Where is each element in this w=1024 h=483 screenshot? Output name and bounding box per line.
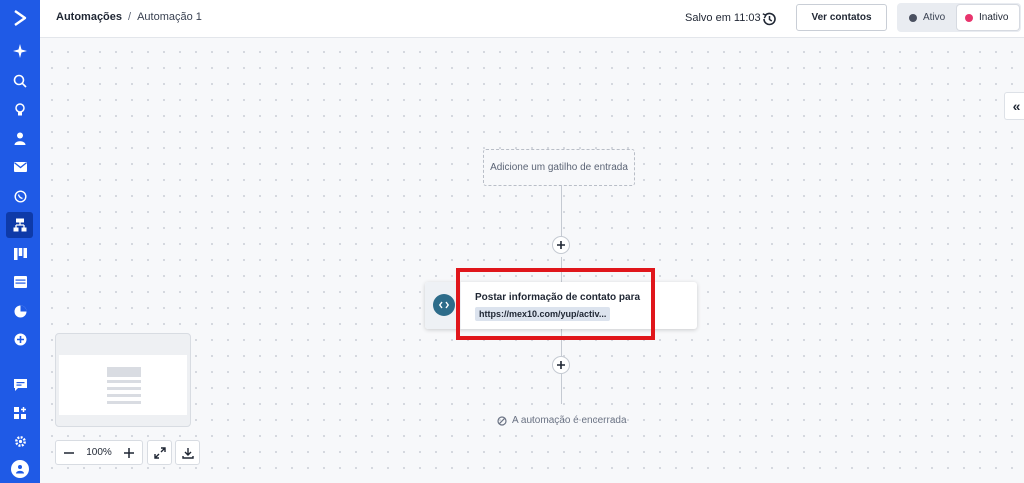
breadcrumb-separator: /	[128, 11, 132, 23]
apps-icon[interactable]	[0, 400, 40, 426]
highlight-box	[456, 268, 655, 340]
email-icon[interactable]	[0, 154, 40, 180]
minimap-node	[107, 394, 141, 397]
zoom-level: 100%	[86, 447, 112, 458]
collapse-panel-button[interactable]: «	[1004, 92, 1024, 120]
automation-end-label: A automação é encerrada	[497, 415, 627, 426]
end-label-text: A automação é encerrada	[512, 415, 627, 426]
zoom-in-button[interactable]	[120, 444, 138, 462]
zoom-out-button[interactable]	[60, 444, 78, 462]
whatsapp-icon[interactable]	[0, 183, 40, 209]
status-inactive-label: Inativo	[979, 12, 1009, 23]
status-toggle: Ativo Inativo	[897, 3, 1021, 32]
top-header: Automações / Automação 1 Salvo em 11:03 …	[40, 0, 1024, 38]
inactive-dot-icon	[965, 13, 973, 22]
fit-to-screen-button[interactable]	[147, 440, 172, 465]
zoom-control: 100%	[55, 440, 143, 465]
contacts-icon[interactable]	[0, 125, 40, 151]
minimap-node	[107, 380, 141, 383]
add-trigger-placeholder[interactable]: Adicione um gatilho de entrada	[483, 149, 635, 186]
download-button[interactable]	[175, 440, 200, 465]
add-step-button[interactable]	[552, 236, 570, 254]
minimap-viewport	[59, 355, 187, 415]
minimap[interactable]	[55, 333, 191, 427]
automation-canvas[interactable]: « Adicione um gatilho de entrada Postar …	[40, 38, 1024, 483]
chat-icon[interactable]	[0, 372, 40, 398]
webhook-icon	[433, 294, 455, 316]
reports-icon[interactable]	[0, 298, 40, 324]
minimap-node	[107, 387, 141, 390]
add-circle-icon[interactable]	[0, 326, 40, 352]
saved-status: Salvo em 11:03	[685, 12, 761, 24]
history-icon[interactable]	[760, 10, 778, 28]
settings-icon[interactable]	[0, 428, 40, 454]
view-contacts-button[interactable]: Ver contatos	[796, 4, 887, 31]
search-icon[interactable]	[0, 68, 40, 94]
end-block-icon	[497, 415, 507, 426]
connector-line	[561, 374, 562, 404]
status-inactive-option[interactable]: Inativo	[957, 5, 1019, 30]
site-icon[interactable]	[0, 269, 40, 295]
automations-icon[interactable]	[6, 212, 33, 238]
avatar-icon[interactable]	[0, 456, 40, 482]
active-dot-icon	[909, 13, 917, 22]
pipeline-icon[interactable]	[0, 241, 40, 267]
minimap-node	[107, 401, 141, 404]
add-step-button[interactable]	[552, 356, 570, 374]
logo-chevron-icon[interactable]	[0, 5, 40, 31]
sidebar	[0, 0, 40, 483]
status-active-label: Ativo	[923, 12, 946, 23]
breadcrumb: Automações / Automação 1	[56, 11, 202, 23]
status-active-option[interactable]: Ativo	[901, 5, 953, 30]
automation-name[interactable]: Automação 1	[137, 11, 202, 23]
connector-line	[561, 186, 562, 240]
minimap-node	[107, 367, 141, 377]
sparkle-icon[interactable]	[0, 38, 40, 64]
breadcrumb-automations-link[interactable]: Automações	[56, 11, 122, 23]
lightbulb-icon[interactable]	[0, 97, 40, 123]
